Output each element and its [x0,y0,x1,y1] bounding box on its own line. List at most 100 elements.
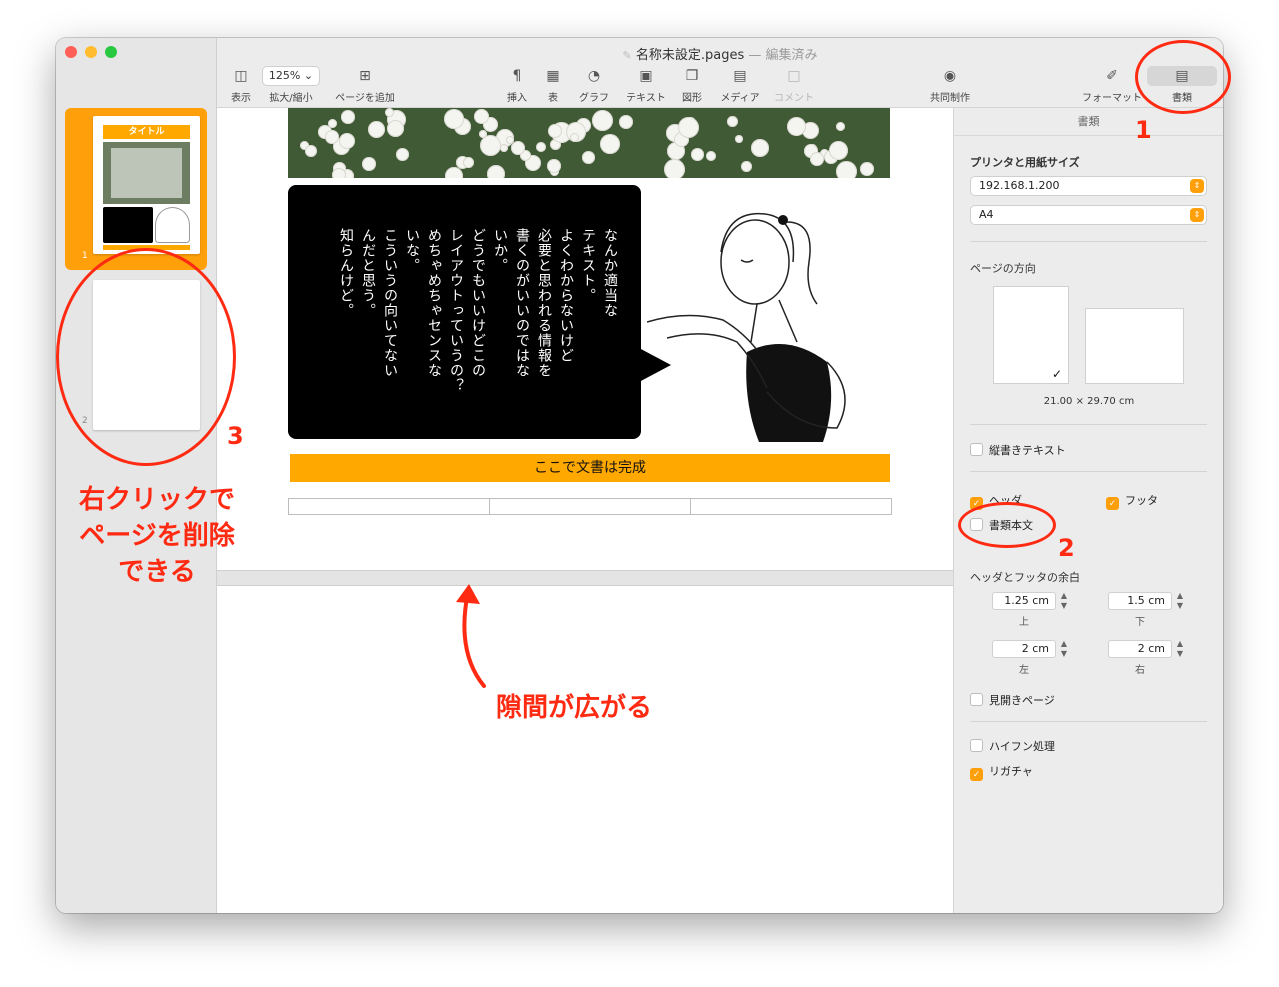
flower-cluster [511,141,525,155]
flower-cluster [500,144,508,152]
text-button[interactable]: ▣ テキスト [623,66,669,104]
flower-cluster [368,121,385,138]
chevron-down-icon: ⌄ [303,69,314,82]
collaborate-icon: ◉ [943,68,957,84]
table-cell-3[interactable] [690,498,892,515]
flower-cluster [836,161,857,178]
margin-left-field[interactable]: 2 cm [992,640,1056,658]
view-button[interactable]: ◫ 表示 [225,66,257,104]
facing-pages-checkbox[interactable]: 見開きページ [970,692,1055,708]
flower-cluster [536,142,546,152]
shape-button[interactable]: ❐ 図形 [677,66,707,104]
stepper-arrows-icon[interactable]: ▲ ▼ [1058,591,1070,611]
portrait-orientation[interactable]: ✓ [993,286,1069,384]
document-name: 名称未設定.pages [635,48,745,63]
orientation-section-title: ページの方向 [970,262,1036,275]
paper-size-select[interactable]: A4 ⇕ [970,205,1207,225]
margin-right-field[interactable]: 2 cm [1108,640,1172,658]
collaborate-button[interactable]: ◉ 共同制作 [923,66,977,104]
bubble-text[interactable]: なんか適当な テキスト。 よくわからないけど 必要と思われる情報を 書くのがいい… [321,228,621,428]
checkmark-icon: ✓ [1106,497,1119,510]
flower-cluster [706,151,716,161]
flower-cluster [479,130,487,138]
completion-banner[interactable]: ここで文書は完成 [290,454,890,482]
pages-window: タイトル 1 2 ✎ 名称未設定.pages — 編集済み ◫ 表示 125% … [56,38,1223,913]
vertical-text-checkbox[interactable]: 縦書きテキスト [970,442,1066,458]
flower-cluster [332,168,346,178]
stepper-arrows-icon[interactable]: ▲ ▼ [1174,591,1186,611]
chevron-updown-icon: ⇕ [1190,208,1204,222]
page-1[interactable]: なんか適当な テキスト。 よくわからないけど 必要と思われる情報を 書くのがいい… [217,108,953,570]
zoom-window-button[interactable] [105,46,117,58]
footer-margin-bottom-field[interactable]: 1.5 cm [1108,592,1172,610]
divider [970,471,1207,472]
hyphenation-checkbox[interactable]: ハイフン処理 [970,738,1055,754]
flower-cluster [691,148,704,161]
photo-icon: ▤ [733,68,747,84]
annotation-number-3: 3 [227,422,244,450]
checkmark-icon: ✓ [970,768,983,781]
divider [970,424,1207,425]
sidebar-icon: ◫ [234,68,248,84]
stepper-arrows-icon[interactable]: ▲ ▼ [1174,639,1186,659]
window-title: ✎ 名称未設定.pages — 編集済み [622,48,818,63]
ligatures-checkbox[interactable]: ✓ リガチャ [970,763,1033,781]
flower-cluster [810,152,824,166]
flower-cluster [339,133,355,149]
table-button[interactable]: ▦ 表 [539,66,567,104]
flower-cluster [305,145,317,157]
flower-cluster [619,115,633,129]
thumbnail-page-1-number: 1 [82,251,88,261]
landscape-orientation[interactable] [1085,308,1184,384]
margins-section-title: ヘッダとフッタの余白 [970,571,1080,584]
close-window-button[interactable] [65,46,77,58]
add-page-button[interactable]: ⊞ ページを追加 [330,66,400,104]
top-label: 上 [1019,617,1029,628]
printer-select[interactable]: 192.168.1.200 ⇕ [970,176,1207,196]
flower-cluster [362,157,376,171]
annotation-delete-note: 右クリックで ページを削除 できる [78,485,235,587]
media-button[interactable]: ▤ メディア [717,66,763,104]
thumbnail-page-1[interactable]: タイトル 1 [65,108,207,270]
minimize-window-button[interactable] [85,46,97,58]
toolbar: ✎ 名称未設定.pages — 編集済み ◫ 表示 125% ⌄ 拡大/縮小 ⊞… [217,38,1223,108]
footer-checkbox[interactable]: ✓ フッタ [1106,492,1158,510]
pie-chart-icon: ◔ [587,68,601,84]
text-box-icon: ▣ [639,68,653,84]
flower-cluster [741,161,752,172]
pilcrow-icon: ¶ [512,68,522,84]
document-canvas[interactable]: なんか適当な テキスト。 よくわからないけど 必要と思われる情報を 書くのがいい… [217,108,953,913]
flower-cluster [829,141,848,160]
thumbnail-title-bar: タイトル [103,125,190,139]
header-margin-top-field[interactable]: 1.25 cm [992,592,1056,610]
stepper-arrows-icon[interactable]: ▲ ▼ [1058,639,1070,659]
insert-button[interactable]: ¶ 挿入 [502,66,532,104]
flower-cluster [463,157,474,168]
flower-photo[interactable] [288,108,890,178]
flower-cluster [548,124,562,138]
zoom-button[interactable]: 125% ⌄ 拡大/縮小 [261,66,321,104]
chevron-updown-icon: ⇕ [1190,179,1204,193]
flower-cluster [860,162,874,176]
page-gap [217,570,953,586]
flower-cluster [678,117,699,138]
zoom-select[interactable]: 125% ⌄ [262,66,320,86]
comment-icon: □ [787,68,801,84]
bottom-label: 下 [1135,617,1145,628]
flower-cluster [664,159,685,178]
flower-cluster [385,108,394,117]
flower-cluster [751,139,769,157]
thumbnail-page-1-preview: タイトル [93,116,200,254]
table-cell-1[interactable] [288,498,490,515]
thumbnail-illustration [155,207,190,243]
page-2[interactable] [217,586,953,913]
flower-cluster [474,109,489,124]
edited-status: 編集済み [765,48,818,63]
flower-cluster [325,130,339,144]
flower-cluster [487,165,505,178]
chart-button[interactable]: ◔ グラフ [575,66,613,104]
illustration-girl[interactable] [647,192,877,442]
shape-icon: ❐ [685,68,699,84]
comment-button[interactable]: □ コメント [771,66,817,104]
table-cell-2[interactable] [489,498,691,515]
